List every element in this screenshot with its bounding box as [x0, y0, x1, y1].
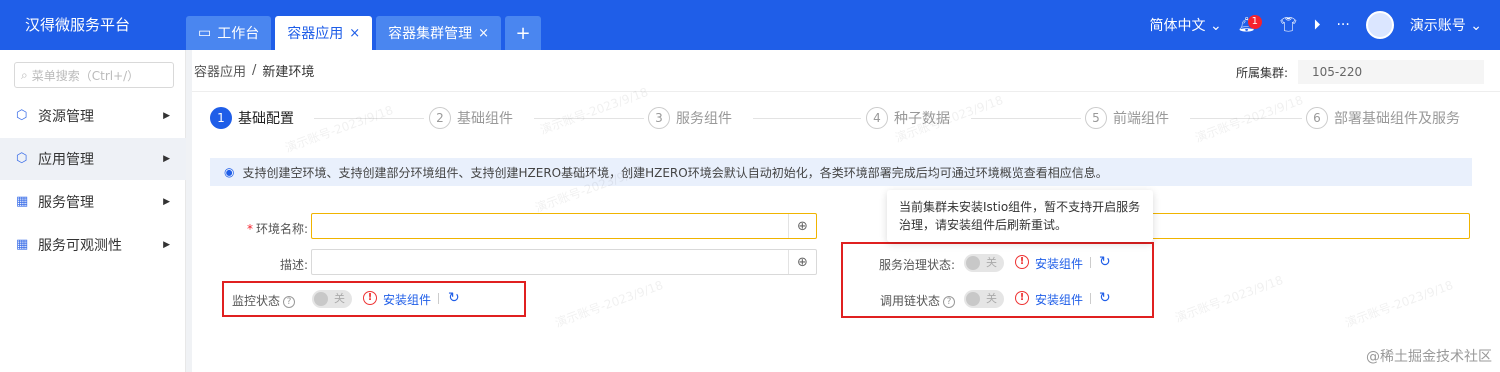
cube-icon: ⬡	[16, 151, 28, 166]
description-label: 描述:	[279, 258, 308, 272]
caret-right-icon: ▶	[163, 111, 170, 121]
cluster-selector: 所属集群: 105-220	[1236, 60, 1484, 84]
account-menu[interactable]: 演示账号 ⌄	[1410, 15, 1482, 35]
step-connector	[971, 118, 1081, 119]
divider	[1090, 257, 1091, 268]
tab-strip: ▭ 工作台 容器应用 × 容器集群管理 × +	[186, 16, 542, 50]
cluster-value[interactable]: 105-220	[1298, 60, 1484, 84]
breadcrumb: 容器应用 / 新建环境 所属集群: 105-220	[192, 50, 1500, 92]
notification-badge: 1	[1247, 15, 1263, 29]
tab-cluster-management[interactable]: 容器集群管理 ×	[376, 16, 502, 50]
add-tab-button[interactable]: +	[505, 16, 542, 50]
sidebar-item-observability[interactable]: ▦ 服务可观测性 ▶	[0, 224, 186, 266]
monitor-status-switch[interactable]: 关	[312, 290, 352, 308]
sidebar: ⌕ 菜单搜索（Ctrl+/） ⬡ 资源管理 ▶ ⬡ 应用管理 ▶ ▦ 服务管理 …	[0, 50, 186, 372]
step-3: 3 服务组件	[648, 107, 732, 129]
monitor-status-label: 监控状态?	[232, 292, 312, 309]
play-icon[interactable]: ⏵	[1313, 17, 1320, 33]
main-content: 容器应用 / 新建环境 所属集群: 105-220 1 基础配置 2 基础组件 3服…	[192, 50, 1500, 372]
chevron-down-icon: ⌄	[1470, 18, 1482, 34]
divider	[1090, 293, 1091, 304]
service-governance-label: 服务治理状态:	[878, 258, 955, 272]
warning-icon: !	[1015, 255, 1029, 269]
breadcrumb-current: 新建环境	[262, 65, 315, 80]
top-bar: 汉得微服务平台 ▭ 工作台 容器应用 × 容器集群管理 × + 简体中文 ⌄ 🔔…	[0, 0, 1500, 50]
shirt-icon[interactable]: 👕︎	[1280, 17, 1298, 33]
refresh-icon[interactable]: ↻	[1099, 291, 1111, 305]
cube-icon: ⬡	[16, 108, 28, 123]
help-icon: ?	[943, 295, 955, 308]
step-6: 6 部署基础组件及服务	[1306, 107, 1460, 129]
caret-right-icon: ▶	[163, 240, 170, 250]
sidebar-item-resource-management[interactable]: ⬡ 资源管理 ▶	[0, 95, 186, 137]
globe-icon[interactable]: ⊕	[788, 214, 816, 238]
divider	[438, 293, 439, 304]
install-component-link[interactable]: 安装组件	[383, 291, 431, 308]
location-pin-icon: ◉	[224, 165, 235, 179]
cluster-label: 所属集群:	[1235, 65, 1288, 80]
install-component-link[interactable]: 安装组件	[1035, 291, 1083, 308]
grid-icon: ▦	[16, 194, 29, 209]
step-2: 2 基础组件	[429, 107, 513, 129]
close-icon[interactable]: ×	[478, 26, 489, 41]
description-input[interactable]: ⊕	[311, 249, 817, 275]
avatar[interactable]	[1365, 11, 1394, 39]
close-icon[interactable]: ×	[349, 26, 360, 41]
watermark: 演示账号-2023/9/18	[1343, 277, 1456, 331]
menu-search-input[interactable]: ⌕ 菜单搜索（Ctrl+/）	[14, 62, 174, 88]
install-component-link[interactable]: 安装组件	[1035, 255, 1083, 272]
app-title: 汉得微服务平台	[25, 16, 131, 34]
trace-status-label: 调用链状态?	[852, 292, 955, 309]
breadcrumb-separator: /	[252, 63, 257, 78]
env-name-label: * 环境名称:	[246, 222, 308, 236]
tab-container-app[interactable]: 容器应用 ×	[275, 16, 373, 50]
globe-icon[interactable]: ⊕	[788, 250, 816, 274]
help-icon: ?	[283, 295, 296, 308]
sidebar-item-service-management[interactable]: ▦ 服务管理 ▶	[0, 181, 186, 223]
info-banner: ◉ 支持创建空环境、支持创建部分环境组件、支持创建HZERO基础环境，创建HZE…	[210, 158, 1472, 186]
refresh-icon[interactable]: ↻	[448, 291, 460, 305]
tab-workbench[interactable]: ▭ 工作台	[186, 16, 272, 50]
notification-button[interactable]: 🔔︎ 1	[1238, 15, 1264, 33]
more-icon[interactable]: ···	[1336, 17, 1349, 33]
right-input-field[interactable]	[1146, 213, 1470, 239]
language-select[interactable]: 简体中文 ⌄	[1149, 15, 1221, 35]
refresh-icon[interactable]: ↻	[1099, 255, 1111, 269]
monitor-icon: ▭	[198, 25, 212, 41]
warning-icon: !	[363, 291, 377, 305]
step-connector	[753, 118, 861, 119]
breadcrumb-parent[interactable]: 容器应用	[194, 61, 246, 80]
watermark: 演示账号-2023/9/18	[553, 277, 666, 331]
env-name-input[interactable]: ⊕	[311, 213, 817, 239]
search-icon: ⌕	[21, 67, 28, 82]
caret-right-icon: ▶	[163, 154, 170, 164]
tooltip: 当前集群未安装Istio组件，暂不支持开启服务治理，请安装组件后刷新重试。	[887, 190, 1153, 242]
watermark: 演示账号-2023/9/18	[1173, 272, 1286, 326]
grid-icon: ▦	[16, 237, 29, 252]
trace-status-switch[interactable]: 关	[964, 290, 1004, 308]
step-1: 1 基础配置	[210, 107, 294, 129]
service-governance-switch[interactable]: 关	[964, 254, 1004, 272]
caret-right-icon: ▶	[163, 197, 170, 207]
step-5: 5 前端组件	[1085, 107, 1169, 129]
footer-watermark: @稀土掘金技术社区	[1366, 349, 1492, 365]
sidebar-item-app-management[interactable]: ⬡ 应用管理 ▶	[0, 138, 186, 180]
warning-icon: !	[1015, 291, 1029, 305]
chevron-down-icon: ⌄	[1209, 18, 1222, 34]
top-right-toolbar: 简体中文 ⌄ 🔔︎ 1 👕︎ ⏵ ··· 演示账号 ⌄	[1149, 0, 1500, 50]
